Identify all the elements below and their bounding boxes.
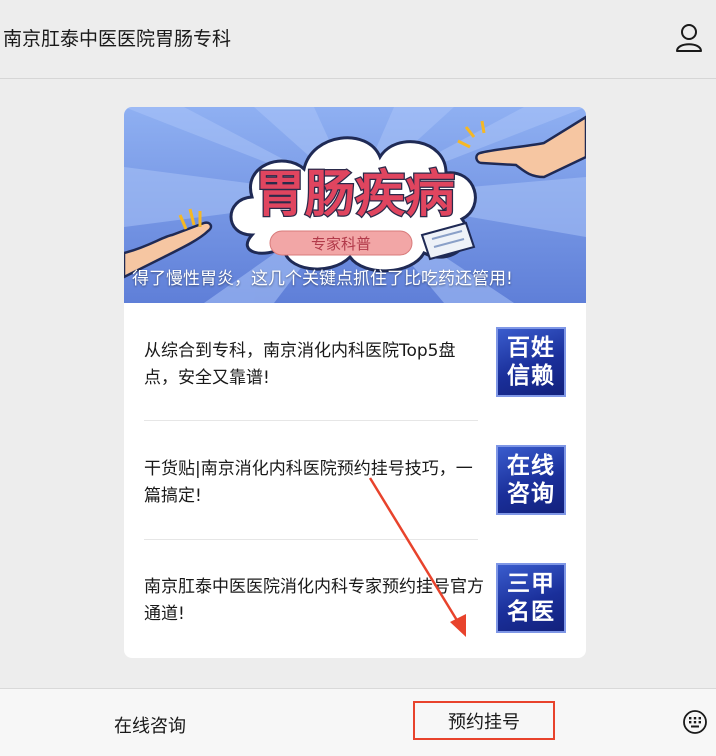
thumbnail-line: 信赖 [507, 363, 555, 389]
page-title: 南京肛泰中医医院胃肠专科 [3, 28, 232, 50]
article-title: 南京肛泰中医医院消化内科专家预约挂号官方通道! [144, 577, 484, 624]
menu-book-appointment[interactable]: 预约挂号 [413, 701, 555, 740]
article-thumbnail: 三甲 名医 [496, 563, 566, 633]
banner-tag: 专家科普 [311, 235, 371, 253]
banner-headline: 胃肠疾病 [255, 165, 455, 223]
article-thumbnail: 百姓 信赖 [496, 327, 566, 397]
keyboard-toggle-button[interactable] [682, 709, 708, 735]
article-title: 从综合到专科，南京消化内科医院Top5盘点，安全又靠谱! [144, 341, 456, 388]
menu-online-consult[interactable]: 在线咨询 [114, 712, 186, 738]
user-profile-button[interactable] [674, 22, 704, 54]
article-item[interactable]: 从综合到专科，南京消化内科医院Top5盘点，安全又靠谱! 百姓 信赖 [144, 317, 566, 435]
thumbnail-line: 百姓 [507, 335, 555, 361]
article-item[interactable]: 南京肛泰中医医院消化内科专家预约挂号官方通道! 三甲 名医 [144, 553, 566, 658]
divider [144, 539, 478, 540]
article-thumbnail: 在线 咨询 [496, 445, 566, 515]
thumbnail-line: 在线 [507, 453, 555, 479]
article-title: 干货贴|南京消化内科医院预约挂号技巧，一篇搞定! [144, 459, 473, 506]
divider [144, 420, 478, 421]
article-card: 胃肠疾病 专家科普 得了慢性胃炎，这几个关键点抓住了比吃药还管用! 从综合到专科… [124, 107, 586, 658]
thumbnail-line: 三甲 [507, 571, 555, 597]
article-item[interactable]: 干货贴|南京消化内科医院预约挂号技巧，一篇搞定! 在线 咨询 [144, 435, 566, 553]
bottom-menu-bar: 在线咨询 预约挂号 [0, 688, 716, 756]
featured-article-banner[interactable]: 胃肠疾病 专家科普 得了慢性胃炎，这几个关键点抓住了比吃药还管用! [124, 107, 586, 303]
thumbnail-line: 名医 [507, 599, 555, 625]
banner-caption: 得了慢性胃炎，这几个关键点抓住了比吃药还管用! [132, 269, 513, 289]
top-bar: 南京肛泰中医医院胃肠专科 [0, 0, 716, 79]
user-icon [676, 24, 702, 52]
menu-book-appointment-label: 预约挂号 [448, 711, 520, 733]
thumbnail-line: 咨询 [507, 481, 555, 507]
keyboard-icon [683, 710, 707, 734]
